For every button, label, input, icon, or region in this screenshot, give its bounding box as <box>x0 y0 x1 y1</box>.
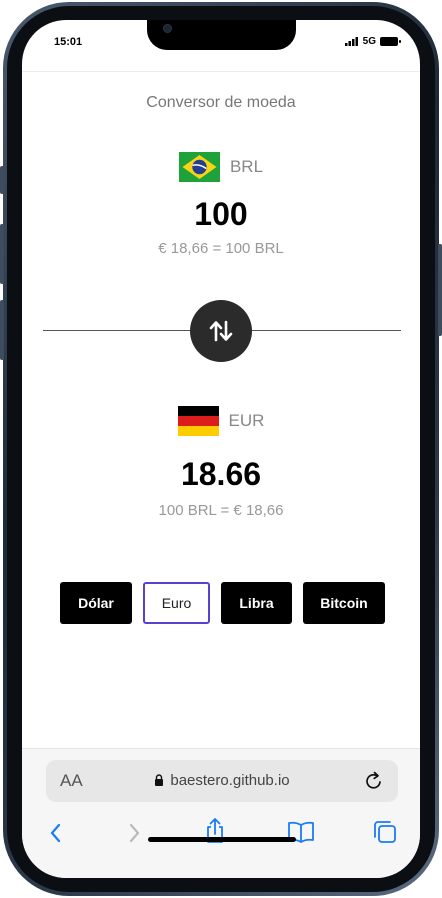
phone-device: 15:01 5G Conversor de moeda BRL 100 € 18… <box>0 0 442 898</box>
target-currency-code: EUR <box>228 411 265 430</box>
germany-flag-icon <box>177 406 219 436</box>
target-currency-row: EUR <box>22 406 420 436</box>
safari-toolbar: AA baestero.github.io <box>22 748 420 878</box>
forward-icon[interactable] <box>126 822 142 844</box>
source-rate-text: € 18,66 = 100 BRL <box>158 240 284 257</box>
app-title: Conversor de moeda <box>146 94 296 111</box>
currency-button-libra[interactable]: Libra <box>221 582 292 624</box>
volume-up-button <box>0 224 4 284</box>
source-currency-code: BRL <box>229 157 264 176</box>
currency-button-bitcoin[interactable]: Bitcoin <box>303 582 385 624</box>
status-indicators: 5G <box>344 36 401 47</box>
silent-switch <box>0 166 4 194</box>
phone-screen: 15:01 5G Conversor de moeda BRL 100 € 18… <box>22 20 420 878</box>
home-indicator <box>148 837 296 842</box>
lock-icon <box>155 774 164 786</box>
tabs-icon[interactable] <box>372 819 398 845</box>
back-icon[interactable] <box>48 822 64 844</box>
header-divider <box>22 71 420 72</box>
url-text: baestero.github.io <box>170 772 290 789</box>
front-camera <box>163 24 172 33</box>
volume-down-button <box>0 300 4 360</box>
url-display[interactable]: baestero.github.io <box>46 772 398 789</box>
reload-icon[interactable] <box>364 770 384 792</box>
brazil-flag-icon <box>178 152 220 182</box>
swap-currencies-button[interactable] <box>190 300 252 362</box>
power-button <box>438 244 442 336</box>
target-amount: 18.66 <box>180 456 262 492</box>
network-label: 5G <box>362 36 376 47</box>
currency-button-euro[interactable]: Euro <box>143 582 210 624</box>
source-amount[interactable]: 100 <box>22 196 420 233</box>
target-rate-text: 100 BRL = € 18,66 <box>158 502 284 519</box>
signal-icon <box>344 37 358 46</box>
source-currency-row: BRL <box>22 152 420 182</box>
address-bar[interactable]: AA baestero.github.io <box>46 760 398 802</box>
currency-button-dolar[interactable]: Dólar <box>60 582 132 624</box>
currency-selector: Dólar Euro Libra Bitcoin <box>60 582 385 624</box>
battery-icon <box>380 37 401 46</box>
status-time: 15:01 <box>54 36 83 48</box>
swap-arrows-icon <box>209 320 233 342</box>
notch <box>147 20 296 50</box>
